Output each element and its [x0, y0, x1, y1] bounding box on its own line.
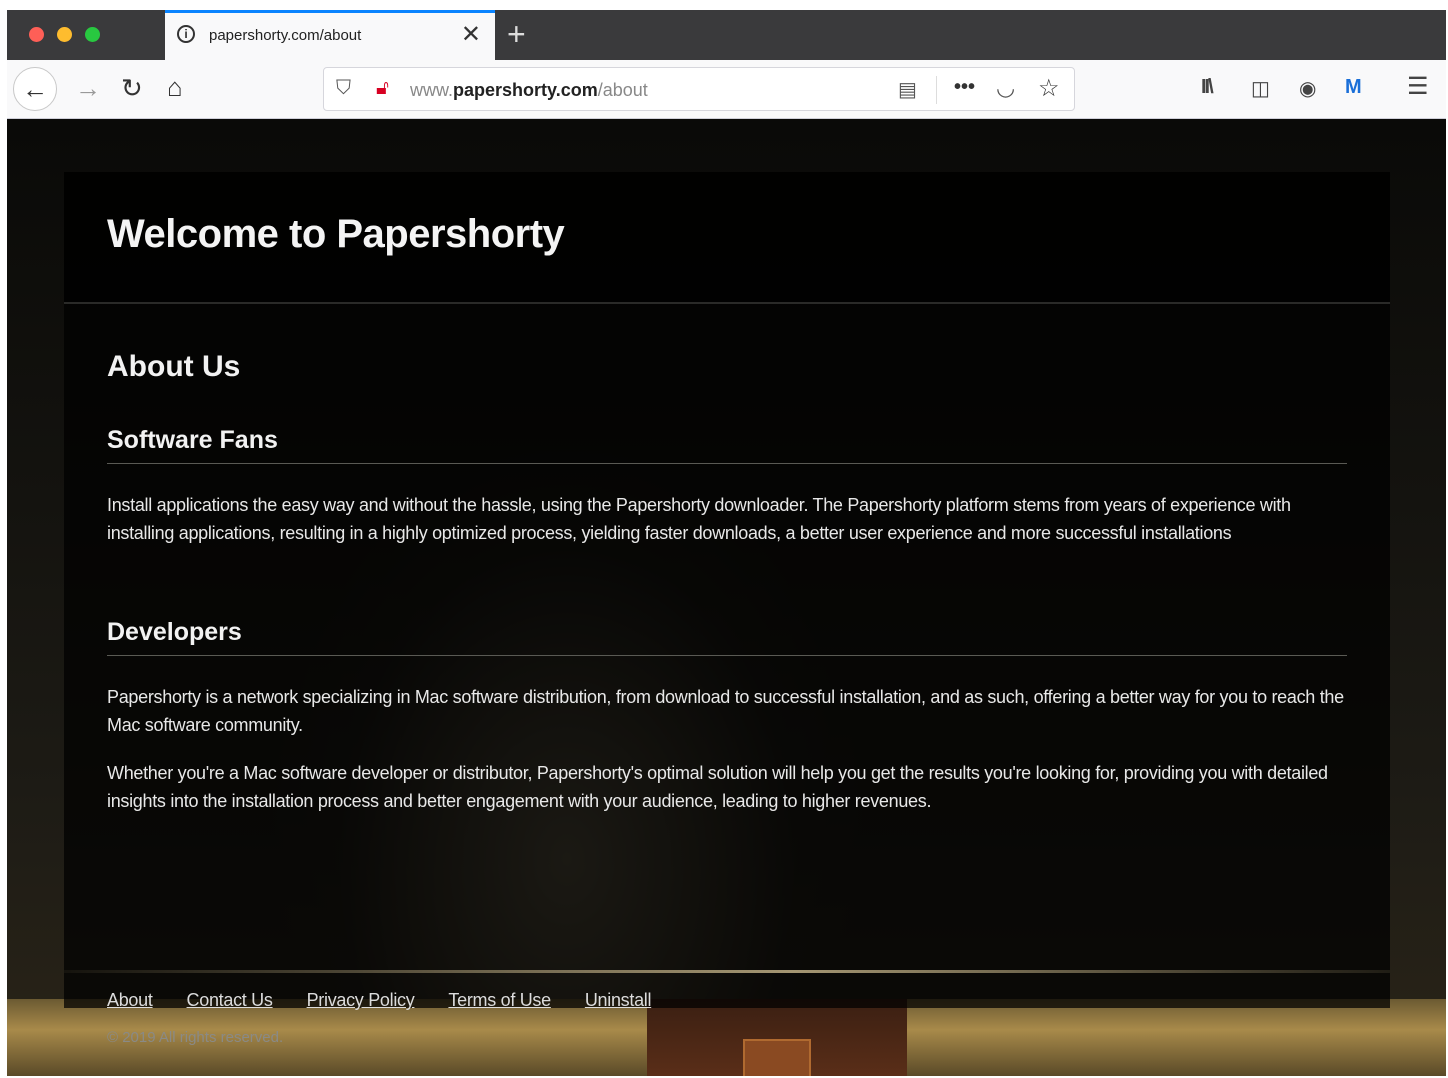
address-bar[interactable]: ⛉ 🔓︎ www.papershorty.com/about ▤ ••• ◡ ☆	[323, 67, 1075, 111]
section-title-developers: Developers	[107, 618, 242, 646]
back-button[interactable]: ←	[13, 67, 57, 111]
url-prefix: www.	[410, 80, 454, 100]
section-paragraph: Whether you're a Mac software developer …	[107, 763, 1328, 811]
forward-button[interactable]: →	[75, 73, 101, 103]
site-header: Welcome to Papershorty	[64, 172, 1390, 304]
section-divider	[107, 655, 1347, 656]
footer-links: About Contact Us Privacy Policy Terms of…	[107, 990, 652, 1011]
close-window-button[interactable]	[29, 27, 44, 42]
url-path: /about	[597, 80, 648, 100]
reader-view-icon[interactable]: ▤	[898, 77, 917, 102]
account-icon[interactable]: ◉	[1299, 76, 1316, 101]
section-divider	[107, 463, 1347, 464]
insecure-lock-icon[interactable]: 🔓︎	[376, 77, 389, 100]
tab-active[interactable]: i papershorty.com/about ✕	[165, 10, 495, 60]
url-text[interactable]: www.papershorty.com/about	[410, 80, 648, 101]
new-tab-button[interactable]: +	[507, 15, 526, 53]
footer-link-uninstall[interactable]: Uninstall	[585, 990, 652, 1011]
bookmark-star-icon[interactable]: ☆	[1038, 74, 1060, 103]
section-title-software-fans: Software Fans	[107, 426, 278, 454]
library-icon[interactable]: II\	[1201, 76, 1214, 99]
footer-link-about[interactable]: About	[107, 990, 153, 1011]
zoom-window-button[interactable]	[85, 27, 100, 42]
about-heading: About Us	[107, 350, 241, 383]
pocket-icon[interactable]: ◡	[996, 75, 1015, 101]
extension-icon[interactable]: M	[1345, 76, 1362, 99]
sidebar-icon[interactable]: ◫	[1251, 76, 1270, 101]
section-paragraph: Papershorty is a network specializing in…	[107, 687, 1344, 735]
menu-icon[interactable]: ☰	[1407, 72, 1429, 101]
reload-button[interactable]: ↻	[121, 73, 143, 103]
content-panel: Welcome to Papershorty About Us Software…	[64, 172, 1390, 1046]
footer-divider	[64, 970, 1390, 973]
tab-strip: i papershorty.com/about ✕ +	[7, 10, 1446, 60]
url-divider	[936, 76, 937, 104]
shield-icon[interactable]: ⛉	[336, 77, 351, 100]
tab-title: papershorty.com/about	[209, 27, 362, 44]
footer-link-privacy-policy[interactable]: Privacy Policy	[307, 990, 415, 1011]
page-content: Welcome to Papershorty About Us Software…	[7, 119, 1446, 1076]
footer-link-contact-us[interactable]: Contact Us	[187, 990, 273, 1011]
info-icon: i	[177, 25, 195, 43]
home-button[interactable]: ⌂	[167, 72, 183, 102]
footer-link-terms-of-use[interactable]: Terms of Use	[448, 990, 551, 1011]
more-icon[interactable]: •••	[954, 76, 975, 99]
site-title: Welcome to Papershorty	[107, 212, 565, 256]
navigation-toolbar: ← → ↻ ⌂ ⛉ 🔓︎ www.papershorty.com/about ▤…	[7, 60, 1446, 119]
tab-close-button[interactable]: ✕	[461, 22, 481, 48]
copyright: © 2019 All rights reserved.	[107, 1029, 284, 1046]
section-paragraph: Install applications the easy way and wi…	[107, 495, 1291, 543]
background-door-plate	[743, 1039, 811, 1076]
minimize-window-button[interactable]	[57, 27, 72, 42]
url-domain: papershorty.com	[453, 80, 598, 100]
browser-window: i papershorty.com/about ✕ + ← → ↻ ⌂ ⛉ 🔓︎…	[7, 10, 1446, 1076]
